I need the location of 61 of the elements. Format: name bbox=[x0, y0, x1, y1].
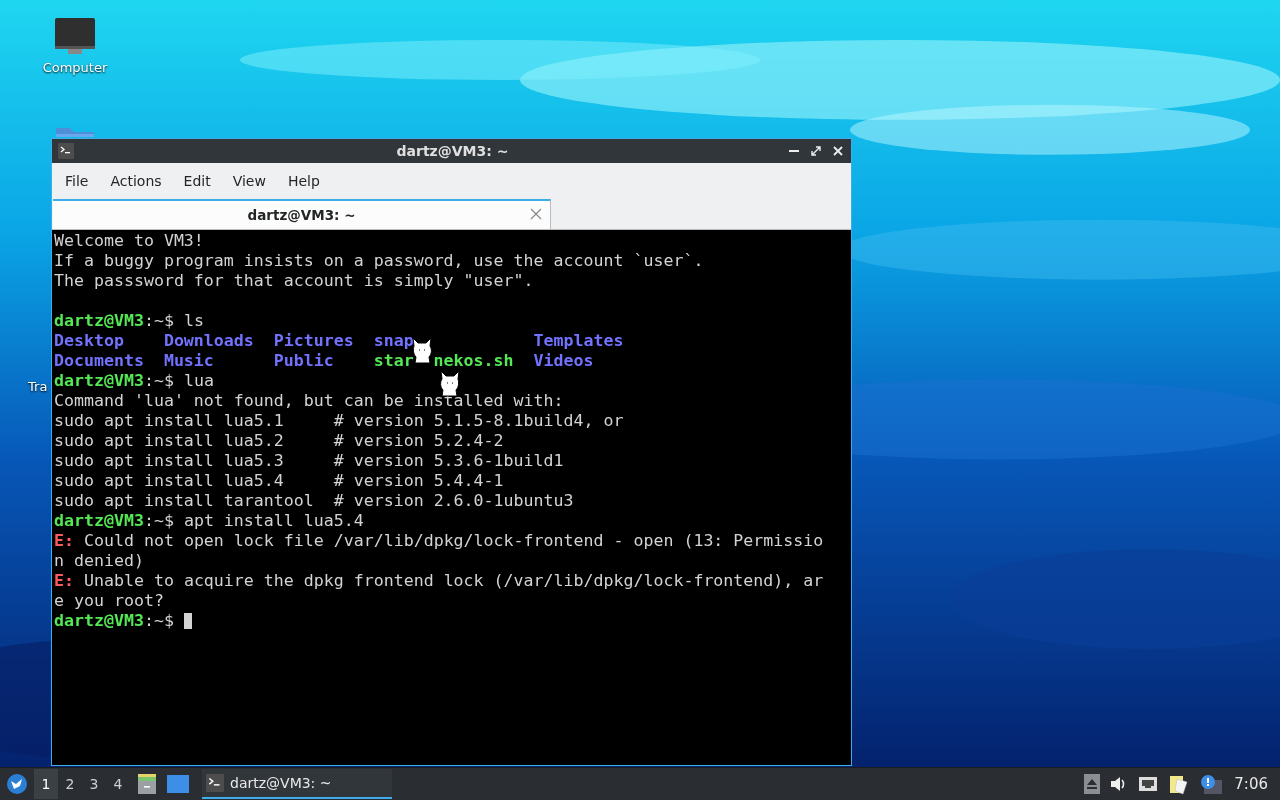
output-text: sudo apt install lua5.2 # version 5.2.4-2 bbox=[54, 431, 504, 450]
notes-icon[interactable] bbox=[1168, 773, 1191, 795]
prompt-user: dartz@VM3 bbox=[54, 371, 144, 390]
menu-item[interactable]: Help bbox=[278, 168, 329, 193]
prompt-user: dartz@VM3 bbox=[54, 511, 144, 530]
script-file-name: nekos.sh bbox=[433, 351, 514, 371]
directory-name: Templates bbox=[533, 331, 624, 351]
close-tab-button[interactable] bbox=[530, 208, 542, 220]
clock[interactable]: 7:06 bbox=[1234, 775, 1268, 793]
prompt-user: dartz@VM3 bbox=[54, 611, 144, 630]
directory-name: Public bbox=[273, 351, 334, 371]
monitor-icon[interactable] bbox=[54, 18, 96, 56]
command-text: apt install lua5.4 bbox=[183, 511, 364, 530]
prompt-path: :~$ bbox=[143, 311, 174, 330]
output-text: sudo apt install lua5.1 # version 5.1.5-8.1build4, or bbox=[54, 411, 624, 430]
menu-item[interactable]: File bbox=[56, 168, 98, 193]
terminal-icon bbox=[58, 143, 74, 159]
directory-name: snap bbox=[373, 331, 414, 351]
prompt-path: :~$ bbox=[143, 511, 174, 530]
terminal-icon bbox=[206, 774, 224, 792]
notification-icon[interactable] bbox=[1200, 774, 1223, 794]
menu-item[interactable]: Actions bbox=[101, 168, 171, 193]
menu-item[interactable]: Edit bbox=[174, 168, 220, 193]
prompt-path: :~$ bbox=[143, 611, 174, 630]
command-text: lua bbox=[183, 371, 214, 390]
menu-item[interactable]: View bbox=[223, 168, 275, 193]
error-message: E: Unable to acquire the dpkg frontend lock (/var/lib/dpkg/lock-frontend), are you root? bbox=[54, 571, 824, 611]
network-port-icon[interactable] bbox=[1138, 776, 1159, 792]
directory-name: Videos bbox=[533, 351, 594, 371]
eject-icon[interactable] bbox=[1084, 774, 1101, 794]
command-text: ls bbox=[183, 311, 204, 330]
output-text: sudo apt install lua5.4 # version 5.4.4-1 bbox=[54, 471, 504, 490]
desktop-icon-label: Tra bbox=[28, 379, 48, 394]
directory-name: Desktop bbox=[54, 331, 124, 351]
workspace-button[interactable]: 4 bbox=[106, 769, 130, 799]
file-cabinet-icon[interactable] bbox=[137, 773, 157, 795]
output-text: Command 'lua' not found, but can be installed with: bbox=[54, 391, 564, 410]
directory-name: Downloads bbox=[163, 331, 254, 351]
window-title: dartz@VM3: ~ bbox=[395, 143, 509, 159]
close-button[interactable] bbox=[831, 144, 845, 158]
desktop-icon-label: Computer bbox=[42, 60, 108, 75]
workspace-button[interactable]: 1 bbox=[34, 769, 58, 799]
prompt-path: :~$ bbox=[143, 371, 174, 390]
directory-name: Music bbox=[163, 351, 214, 371]
task-button[interactable]: dartz@VM3: ~ bbox=[202, 769, 392, 799]
prompt-user: dartz@VM3 bbox=[54, 311, 144, 330]
workspace-button[interactable]: 3 bbox=[82, 769, 106, 799]
output-text: sudo apt install tarantool # version 2.6.0-1ubuntu3 bbox=[54, 491, 574, 510]
directory-name: Documents bbox=[54, 351, 144, 371]
start-menu-button[interactable] bbox=[6, 773, 28, 795]
output-text: Welcome to VM3! bbox=[54, 231, 204, 250]
output-text: sudo apt install lua5.3 # version 5.3.6-1build1 bbox=[54, 451, 564, 470]
tab-label: dartz@VM3: ~ bbox=[247, 207, 356, 223]
error-message: E: Could not open lock file /var/lib/dpkg/lock-frontend - open (13: Permission denied) bbox=[54, 531, 824, 571]
workspace-button[interactable]: 2 bbox=[58, 769, 82, 799]
output-text: The passsword for that account is simply "user". bbox=[54, 271, 534, 290]
directory-name: Pictures bbox=[273, 331, 354, 351]
script-file-name: star bbox=[373, 351, 414, 371]
terminal-tab[interactable]: dartz@VM3: ~ bbox=[53, 199, 551, 229]
maximize-button[interactable] bbox=[809, 144, 823, 158]
output-text: If a buggy program insists on a password, use the account `user`. bbox=[54, 251, 704, 270]
